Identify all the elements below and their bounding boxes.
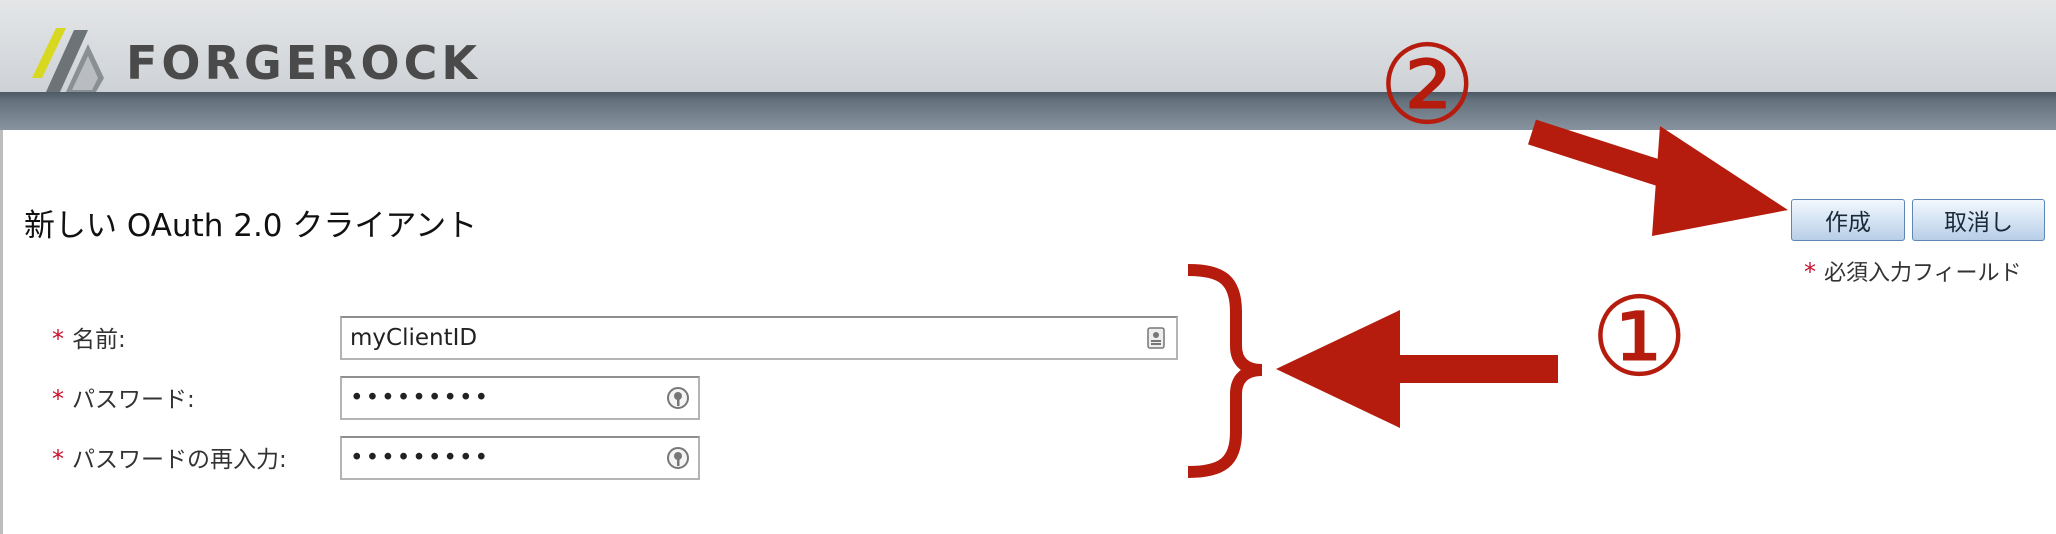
left-border: [0, 130, 3, 534]
app-header: FORGEROCK: [0, 0, 2056, 92]
password-confirm-label-text: パスワードの再入力:: [72, 447, 287, 473]
password-confirm-input-value: •••••••••: [350, 445, 491, 471]
annotation-step-1: ①: [1590, 273, 1689, 401]
page-title: 新しい OAuth 2.0 クライアント: [24, 208, 478, 244]
header-band: [0, 92, 2056, 130]
required-note-text: 必須入力フィールド: [1824, 261, 2022, 286]
logo-wordmark: FORGEROCK: [126, 36, 482, 90]
password-input[interactable]: •••••••••: [340, 376, 700, 420]
annotation-step-2: ②: [1378, 21, 1477, 149]
contact-card-icon[interactable]: [1144, 326, 1168, 350]
required-star: *: [52, 325, 64, 353]
password-input-value: •••••••••: [350, 385, 491, 411]
annotation-arrow-to-form: [1276, 310, 1558, 428]
password-label: * パスワード:: [52, 380, 195, 414]
forgerock-logo[interactable]: FORGEROCK: [26, 20, 586, 92]
name-label: * 名前:: [52, 320, 126, 354]
annotation-brace-icon: [1187, 264, 1263, 478]
forgerock-logo-icon: [32, 28, 104, 92]
required-star: *: [52, 445, 64, 473]
password-label-text: パスワード:: [72, 387, 195, 413]
annotation-arrow-to-create: [1528, 119, 1788, 236]
create-button[interactable]: 作成: [1791, 199, 1905, 241]
password-key-icon[interactable]: [666, 446, 690, 470]
password-confirm-input[interactable]: •••••••••: [340, 436, 700, 480]
required-star: *: [1804, 258, 1816, 286]
name-input-value: myClientID: [350, 325, 478, 351]
required-star: *: [52, 385, 64, 413]
required-fields-note: * 必須入力フィールド: [1804, 255, 2022, 287]
cancel-button[interactable]: 取消し: [1912, 199, 2045, 241]
name-input[interactable]: myClientID: [340, 316, 1178, 360]
name-label-text: 名前:: [72, 327, 126, 353]
password-confirm-label: * パスワードの再入力:: [52, 440, 287, 474]
password-key-icon[interactable]: [666, 386, 690, 410]
